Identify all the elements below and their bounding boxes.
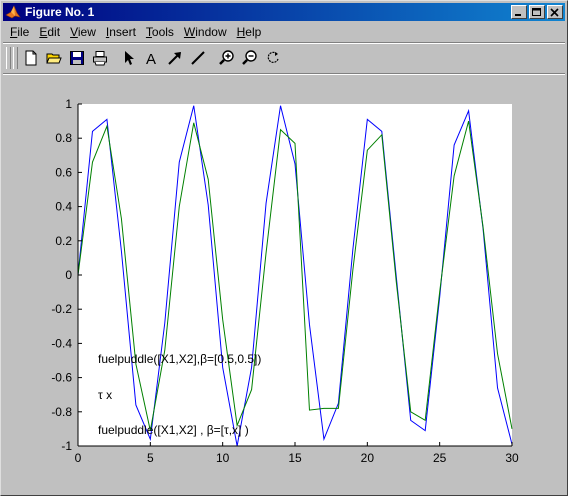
- x-tick-label: 5: [147, 451, 154, 465]
- y-tick-label: -0.2: [51, 302, 72, 316]
- plot-canvas[interactable]: 0 5 10 15 20 25 30 1 0.8 0.6 0.4 0.2 0 -0.2 -0.4 -0.6 -0…: [1, 1, 567, 495]
- y-tick-label: -0.4: [51, 336, 72, 350]
- x-tick-label: 10: [216, 451, 230, 465]
- y-tick-label: 0.8: [55, 131, 72, 145]
- annotation-fuelpuddle-variable[interactable]: fuelpuddle([X1,X2] , β=[τ,x] ): [98, 423, 249, 437]
- y-tick-label: 1: [65, 97, 72, 111]
- y-tick-label: -0.6: [51, 371, 72, 385]
- y-tick-label: 0: [65, 268, 72, 282]
- annotation-tau-x[interactable]: τ x: [98, 388, 112, 402]
- y-tick-label: -1: [61, 439, 72, 453]
- y-tick-label: 0.4: [55, 200, 72, 214]
- figure-window: Figure No. 1 File Edit View Insert Tools Wind…: [0, 0, 568, 496]
- x-tick-label: 20: [361, 451, 375, 465]
- x-tick-label: 30: [505, 451, 519, 465]
- axes-background: [78, 104, 512, 446]
- y-tick-label: 0.6: [55, 165, 72, 179]
- x-tick-label: 0: [75, 451, 82, 465]
- y-tick-label: -0.8: [51, 405, 72, 419]
- annotation-fuelpuddle-constant[interactable]: fuelpuddle([X1,X2],β=[0.5,0.5]): [98, 352, 261, 366]
- x-tick-label: 15: [288, 451, 302, 465]
- y-tick-label: 0.2: [55, 234, 72, 248]
- x-tick-label: 25: [433, 451, 447, 465]
